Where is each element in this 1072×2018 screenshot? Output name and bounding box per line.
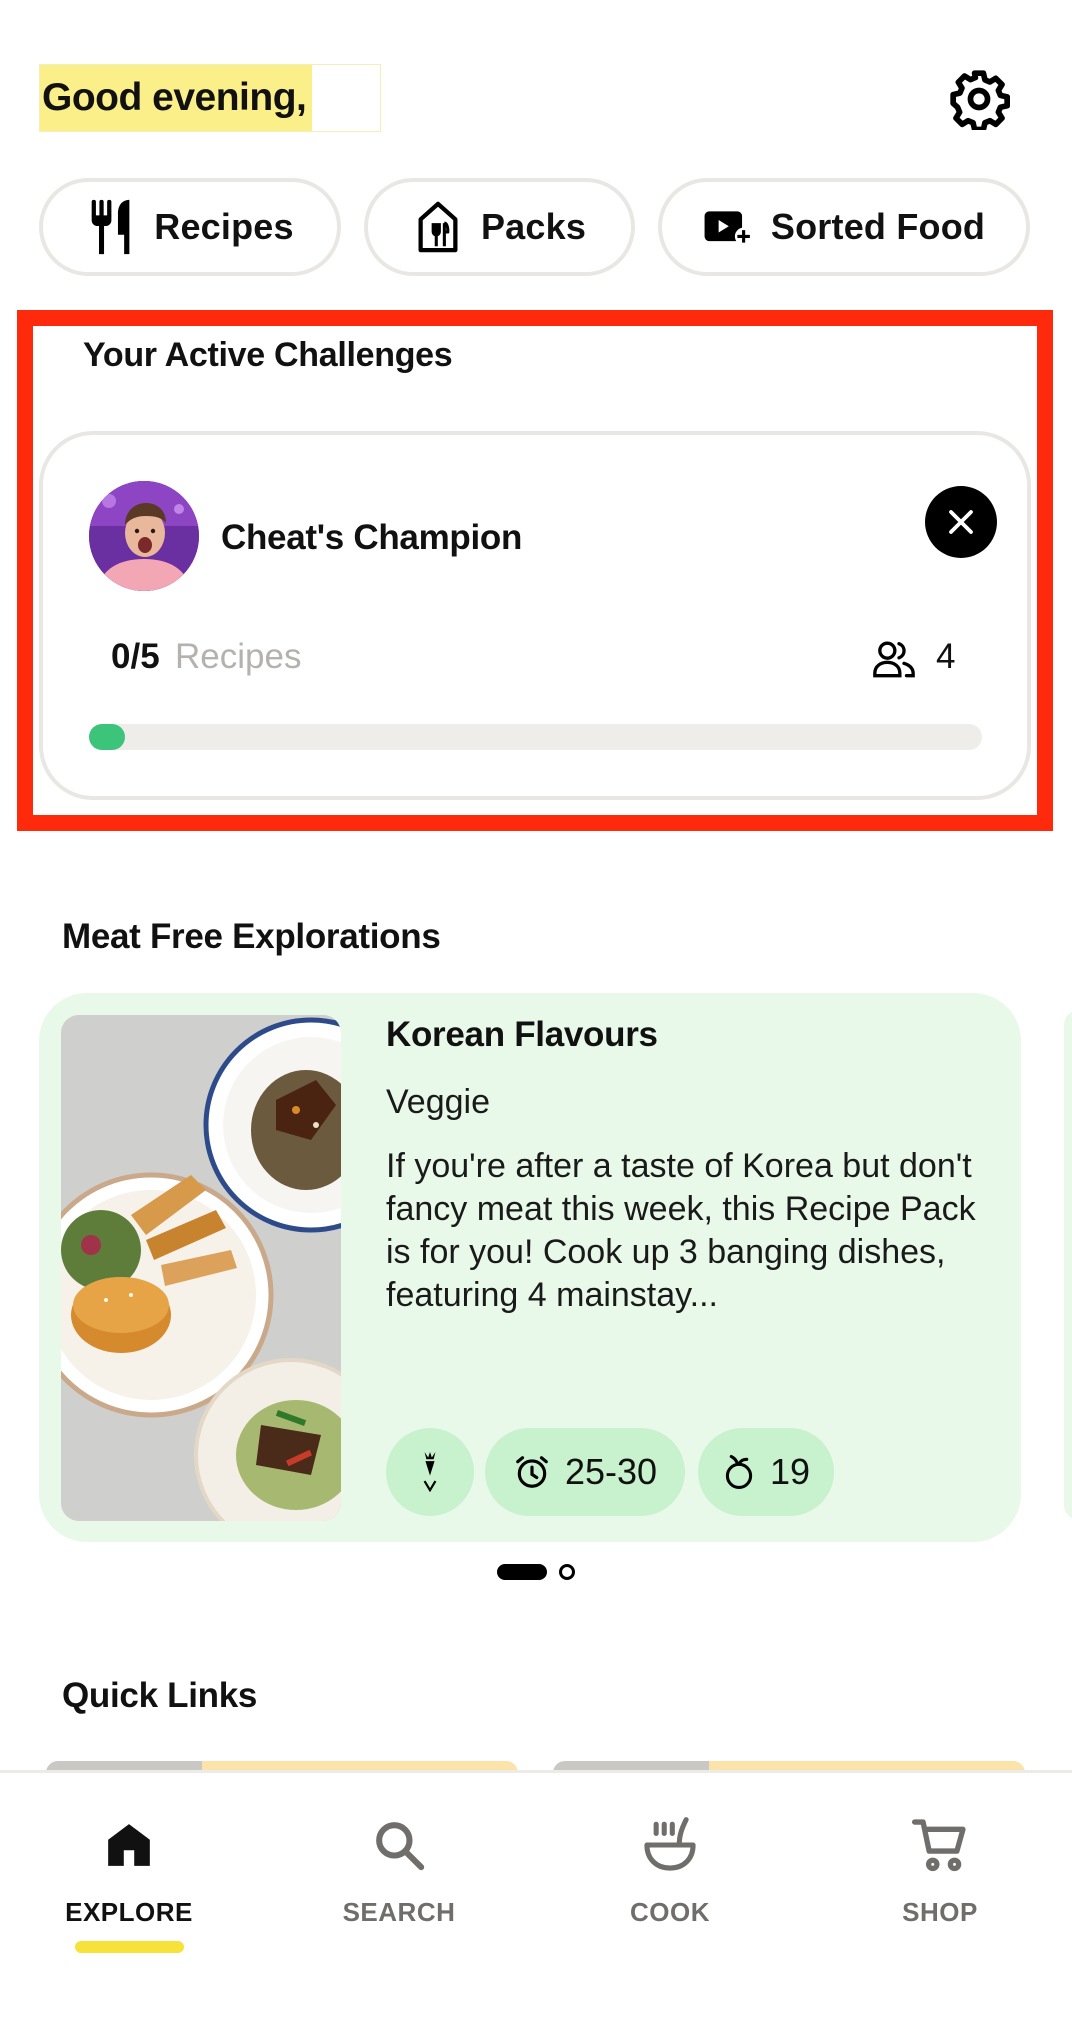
- sorted-food-pill-label: Sorted Food: [770, 206, 986, 247]
- fruit-icon: [725, 1455, 753, 1490]
- home-icon: [99, 1813, 159, 1877]
- nav-label-cook: COOK: [630, 1897, 710, 1927]
- veggie-chip: [386, 1428, 474, 1516]
- nav-label-search: SEARCH: [342, 1897, 456, 1927]
- recipes-pill-label: Recipes: [154, 206, 294, 247]
- quick-links-title: Quick Links: [62, 1676, 258, 1715]
- greeting-text: Good evening,: [40, 65, 313, 131]
- pack-title: Korean Flavours: [386, 1015, 658, 1054]
- challenge-name: Cheat's Champion: [221, 518, 523, 557]
- greeting-box: Good evening,: [39, 64, 381, 132]
- pager-dot-active[interactable]: [497, 1564, 547, 1580]
- challenge-avatar: [89, 481, 199, 591]
- close-icon: [949, 510, 973, 534]
- cart-icon: [910, 1813, 970, 1877]
- fork-knife-icon: [86, 198, 136, 256]
- active-tab-indicator: [75, 1941, 184, 1953]
- meat-free-section-title: Meat Free Explorations: [62, 917, 441, 956]
- search-icon: [369, 1813, 429, 1877]
- sorted-food-pill-button[interactable]: Sorted Food: [658, 178, 1030, 276]
- nav-item-search[interactable]: SEARCH: [309, 1773, 489, 1973]
- challenge-progress-unit: Recipes: [175, 637, 302, 676]
- bottom-navigation: EXPLORE SEARCH COOK SHOP: [0, 1770, 1072, 2018]
- settings-gear-icon[interactable]: [948, 68, 1010, 133]
- cook-pot-icon: [640, 1813, 700, 1877]
- nav-label-shop: SHOP: [902, 1897, 978, 1927]
- pack-tag: Veggie: [386, 1083, 490, 1121]
- video-add-icon: [703, 198, 753, 256]
- recipes-pill-button[interactable]: Recipes: [39, 178, 341, 276]
- time-chip: 25-30: [485, 1428, 685, 1516]
- ingredients-chip: 19: [698, 1428, 834, 1516]
- members-icon: [872, 639, 916, 679]
- nav-item-cook[interactable]: COOK: [580, 1773, 760, 1973]
- nav-item-explore[interactable]: EXPLORE: [39, 1773, 219, 1973]
- carrot-icon: [423, 1452, 437, 1492]
- active-challenges-title: Your Active Challenges: [83, 336, 453, 374]
- nav-label-explore: EXPLORE: [65, 1897, 193, 1927]
- pack-image: [61, 1015, 341, 1521]
- pack-description: If you're after a taste of Korea but don…: [386, 1147, 976, 1314]
- packs-pill-button[interactable]: Packs: [364, 178, 635, 276]
- packs-pill-label: Packs: [480, 206, 587, 247]
- pager-dot[interactable]: [559, 1564, 575, 1580]
- nav-item-shop[interactable]: SHOP: [850, 1773, 1030, 1973]
- challenge-members-count: 4: [936, 637, 956, 676]
- challenge-progress-bar: [89, 724, 982, 750]
- ingredients-chip-label: 19: [769, 1451, 811, 1492]
- time-chip-label: 25-30: [564, 1451, 658, 1492]
- challenge-progress-count: 0/5: [111, 637, 160, 676]
- close-challenge-button[interactable]: [925, 486, 997, 558]
- next-pack-card-peek[interactable]: [1064, 1010, 1072, 1520]
- pack-card-korean-flavours[interactable]: Korean Flavours Veggie If you're after a…: [39, 993, 1021, 1542]
- alarm-clock-icon: [516, 1456, 548, 1488]
- challenge-progress-fill: [89, 724, 125, 750]
- pack-house-icon: [413, 198, 463, 256]
